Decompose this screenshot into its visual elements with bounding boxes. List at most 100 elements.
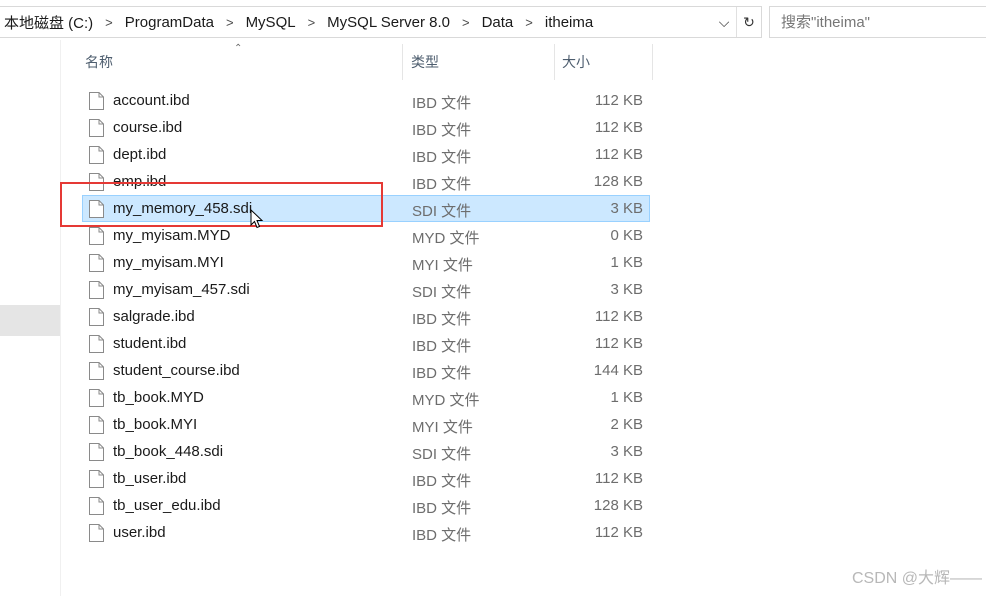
- file-type: SDI 文件: [412, 203, 472, 220]
- file-icon: [89, 497, 104, 515]
- file-row[interactable]: dept.ibd IBD 文件 112 KB: [82, 141, 650, 168]
- file-type: IBD 文件: [412, 95, 472, 112]
- file-type: SDI 文件: [412, 284, 472, 301]
- breadcrumb-separator-icon[interactable]: >: [218, 15, 242, 30]
- column-header-name[interactable]: 名称 ⌃: [77, 43, 402, 80]
- file-list: account.ibd IBD 文件 112 KB course.ibd IBD 文件 1…: [82, 87, 650, 546]
- file-row[interactable]: student_course.ibd IBD 文件 144 KB: [82, 357, 650, 384]
- file-type: IBD 文件: [412, 473, 472, 490]
- refresh-icon: ↻: [743, 13, 755, 30]
- file-name: my_myisam.MYI: [113, 254, 224, 271]
- file-size: 112 KB: [594, 92, 643, 109]
- column-header-size-label: 大小: [562, 54, 590, 70]
- file-row[interactable]: tb_book.MYD MYD 文件 1 KB: [82, 384, 650, 411]
- file-size: 3 KB: [610, 443, 643, 460]
- file-name: tb_user_edu.ibd: [113, 497, 221, 514]
- mouse-cursor-icon: [250, 209, 264, 229]
- file-size: 112 KB: [594, 146, 643, 163]
- file-row[interactable]: course.ibd IBD 文件 112 KB: [82, 114, 650, 141]
- file-type: MYD 文件: [412, 392, 480, 409]
- chevron-down-icon: ⌵: [718, 13, 730, 30]
- file-type: IBD 文件: [412, 338, 472, 355]
- file-size: 112 KB: [594, 119, 643, 136]
- column-header-type[interactable]: 类型: [402, 44, 548, 80]
- file-row[interactable]: tb_user.ibd IBD 文件 112 KB: [82, 465, 650, 492]
- file-icon: [89, 200, 104, 218]
- file-size: 3 KB: [610, 200, 643, 217]
- file-name: tb_user.ibd: [113, 470, 187, 487]
- file-row[interactable]: tb_book_448.sdi SDI 文件 3 KB: [82, 438, 650, 465]
- file-size: 2 KB: [610, 416, 643, 433]
- file-size: 112 KB: [594, 524, 643, 541]
- file-name: user.ibd: [113, 524, 166, 541]
- file-type: SDI 文件: [412, 446, 472, 463]
- file-icon: [89, 227, 104, 245]
- breadcrumb-separator-icon[interactable]: >: [517, 15, 541, 30]
- search-input[interactable]: [779, 12, 973, 32]
- file-name: dept.ibd: [113, 146, 167, 163]
- breadcrumb-item[interactable]: ProgramData: [121, 14, 218, 31]
- file-row[interactable]: user.ibd IBD 文件 112 KB: [82, 519, 650, 546]
- file-icon: [89, 281, 104, 299]
- file-name: emp.ibd: [113, 173, 167, 190]
- breadcrumb-item[interactable]: 本地磁盘 (C:): [0, 12, 97, 33]
- file-size: 128 KB: [593, 497, 643, 514]
- file-icon: [89, 254, 104, 272]
- file-size: 112 KB: [594, 308, 643, 325]
- file-icon: [89, 173, 104, 191]
- file-row[interactable]: tb_user_edu.ibd IBD 文件 128 KB: [82, 492, 650, 519]
- file-row[interactable]: emp.ibd IBD 文件 128 KB: [82, 168, 650, 195]
- file-icon: [89, 470, 104, 488]
- file-icon: [89, 335, 104, 353]
- breadcrumb-separator-icon[interactable]: >: [97, 15, 121, 30]
- file-type: IBD 文件: [412, 122, 472, 139]
- file-row[interactable]: my_myisam.MYI MYI 文件 1 KB: [82, 249, 650, 276]
- file-type: MYI 文件: [412, 257, 473, 274]
- breadcrumb-item[interactable]: MySQL Server 8.0: [323, 14, 454, 31]
- file-size: 112 KB: [594, 470, 643, 487]
- breadcrumb-item[interactable]: MySQL: [242, 14, 300, 31]
- breadcrumb-separator-icon[interactable]: >: [454, 15, 478, 30]
- column-header-type-label: 类型: [411, 54, 439, 70]
- file-icon: [89, 308, 104, 326]
- file-row[interactable]: tb_book.MYI MYI 文件 2 KB: [82, 411, 650, 438]
- watermark: CSDN @大辉——: [851, 570, 982, 587]
- file-name: tb_book_448.sdi: [113, 443, 224, 460]
- file-icon: [89, 524, 104, 542]
- address-bar[interactable]: 本地磁盘 (C:) > ProgramData > MySQL > MySQL Server…: [0, 6, 762, 38]
- file-name: tb_book.MYI: [113, 416, 198, 433]
- file-icon: [89, 416, 104, 434]
- breadcrumb-separator-icon[interactable]: >: [300, 15, 324, 30]
- file-type: IBD 文件: [412, 500, 472, 517]
- file-row[interactable]: account.ibd IBD 文件 112 KB: [82, 87, 650, 114]
- file-name: student.ibd: [113, 335, 187, 352]
- file-row[interactable]: student.ibd IBD 文件 112 KB: [82, 330, 650, 357]
- breadcrumb-item[interactable]: Data: [478, 14, 518, 31]
- file-row[interactable]: my_myisam.MYD MYD 文件 0 KB: [82, 222, 650, 249]
- file-row[interactable]: salgrade.ibd IBD 文件 112 KB: [82, 303, 650, 330]
- file-icon: [89, 92, 104, 110]
- file-type: IBD 文件: [412, 365, 472, 382]
- search-box: [769, 6, 986, 38]
- file-size: 1 KB: [610, 389, 643, 406]
- file-icon: [89, 119, 104, 137]
- file-size: 1 KB: [610, 254, 643, 271]
- file-type: IBD 文件: [412, 527, 472, 544]
- file-row[interactable]: my_myisam_457.sdi SDI 文件 3 KB: [82, 276, 650, 303]
- breadcrumb-item[interactable]: itheima: [541, 14, 597, 31]
- column-header-name-label: 名称: [85, 54, 113, 70]
- file-type: IBD 文件: [412, 149, 472, 166]
- breadcrumb: 本地磁盘 (C:) > ProgramData > MySQL > MySQL Server…: [0, 12, 712, 33]
- file-row[interactable]: my_memory_458.sdi SDI 文件 3 KB: [82, 195, 650, 222]
- file-name: my_myisam.MYD: [113, 227, 231, 244]
- address-history-dropdown[interactable]: ⌵: [712, 7, 736, 37]
- file-size: 112 KB: [594, 335, 643, 352]
- file-icon: [89, 362, 104, 380]
- column-header-size[interactable]: 大小: [554, 44, 653, 80]
- file-name: my_memory_458.sdi: [113, 200, 253, 217]
- file-size: 144 KB: [593, 362, 643, 379]
- file-name: my_myisam_457.sdi: [113, 281, 250, 298]
- nav-pane-selected-item[interactable]: [0, 305, 60, 336]
- refresh-button[interactable]: ↻: [736, 7, 761, 37]
- file-name: tb_book.MYD: [113, 389, 204, 406]
